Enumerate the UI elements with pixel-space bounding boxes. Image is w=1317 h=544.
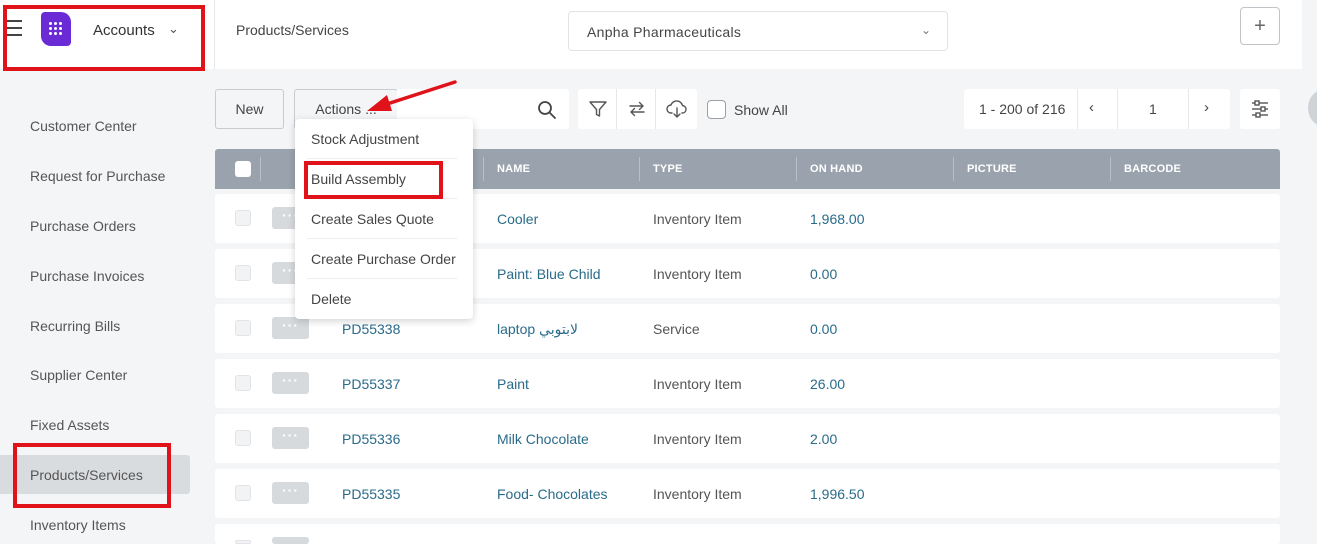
filter-icon (589, 101, 607, 117)
cell-name[interactable]: Cooler (497, 211, 538, 227)
cloud-download-icon (666, 100, 687, 118)
sidebar-item-fixed-assets[interactable]: Fixed Assets (30, 417, 109, 433)
cell-on-hand[interactable]: 26.00 (810, 376, 845, 392)
column-divider (1110, 157, 1111, 181)
filter-button[interactable] (578, 89, 617, 129)
table-row[interactable]: ··· PD55337 Paint Inventory Item 26.00 (215, 359, 1280, 408)
show-all-checkbox[interactable] (707, 100, 726, 119)
transfer-icon (629, 101, 645, 117)
download-button[interactable] (656, 89, 695, 129)
cell-on-hand[interactable]: 2.00 (810, 431, 837, 447)
cell-type: Inventory Item (653, 431, 742, 447)
cell-name[interactable]: Paint: Blue Child (497, 266, 601, 282)
sidebar-item-request-for-purchase[interactable]: Request for Purchase (30, 168, 165, 184)
add-button[interactable]: + (1240, 7, 1280, 45)
cell-type: Inventory Item (653, 376, 742, 392)
column-header-type[interactable]: TYPE (653, 163, 683, 175)
cell-type: Inventory Item (653, 486, 742, 502)
menu-item-create-sales-quote[interactable]: Create Sales Quote (311, 211, 434, 227)
annotation-arrow-icon (367, 80, 457, 111)
new-button[interactable]: New (215, 89, 284, 129)
right-strip (1302, 0, 1317, 69)
row-checkbox[interactable] (235, 265, 251, 281)
chevron-left-icon[interactable]: ‹ (1089, 99, 1094, 116)
row-more-icon[interactable]: ··· (272, 317, 309, 339)
transfer-button[interactable] (617, 89, 656, 129)
show-all-label: Show All (734, 102, 788, 118)
table-row[interactable]: ··· PD55336 Milk Chocolate Inventory Ite… (215, 414, 1280, 463)
list-tools (578, 89, 697, 129)
row-more-icon[interactable]: ··· (272, 482, 309, 504)
cell-type: Inventory Item (653, 211, 742, 227)
cell-code[interactable]: PD55337 (342, 376, 400, 392)
cell-name[interactable]: Paint (497, 376, 529, 392)
menu-divider (307, 278, 457, 279)
sidebar-item-purchase-orders[interactable]: Purchase Orders (30, 218, 136, 234)
cell-name[interactable]: laptop لابتوبي (497, 321, 578, 338)
divider (1077, 89, 1078, 129)
table-row[interactable] (215, 524, 1280, 544)
row-more-icon[interactable]: ··· (272, 372, 309, 394)
cell-type: Service (653, 321, 700, 337)
column-divider (483, 157, 484, 181)
column-settings-button[interactable] (1240, 89, 1280, 129)
sidebar-item-supplier-center[interactable]: Supplier Center (30, 367, 127, 383)
column-header-picture[interactable]: PICTURE (967, 163, 1017, 175)
cell-on-hand[interactable]: 0.00 (810, 266, 837, 282)
cell-name[interactable]: Food- Chocolates (497, 486, 608, 502)
highlight-box-products-services (13, 443, 171, 508)
cell-on-hand[interactable]: 1,968.00 (810, 211, 865, 227)
highlight-box-app-switcher (3, 5, 205, 71)
column-header-on-hand[interactable]: ON HAND (810, 163, 863, 175)
row-more-icon[interactable] (272, 537, 309, 544)
chevron-right-icon[interactable]: › (1204, 99, 1209, 116)
sidebar-item-purchase-invoices[interactable]: Purchase Invoices (30, 268, 144, 284)
menu-divider (307, 158, 457, 159)
cell-type: Inventory Item (653, 266, 742, 282)
settings-sliders-icon (1252, 100, 1268, 118)
cell-name[interactable]: Milk Chocolate (497, 431, 589, 447)
menu-item-create-purchase-order[interactable]: Create Purchase Order (311, 251, 456, 267)
row-checkbox[interactable] (235, 320, 251, 336)
pagination: 1 - 200 of 216 ‹ 1 › (964, 89, 1230, 129)
highlight-box-build-assembly (304, 161, 443, 199)
sidebar-item-recurring-bills[interactable]: Recurring Bills (30, 318, 120, 334)
cell-on-hand[interactable]: 0.00 (810, 321, 837, 337)
actions-menu: Stock Adjustment Build Assembly Create S… (295, 119, 473, 319)
row-checkbox[interactable] (235, 375, 251, 391)
menu-item-stock-adjustment[interactable]: Stock Adjustment (311, 131, 419, 147)
company-select-value: Anpha Pharmaceuticals (587, 24, 742, 40)
cell-on-hand[interactable]: 1,996.50 (810, 486, 865, 502)
cell-code[interactable]: PD55338 (342, 321, 400, 337)
select-all-checkbox[interactable] (235, 161, 251, 177)
menu-divider (307, 238, 457, 239)
column-divider (639, 157, 640, 181)
divider (1117, 89, 1118, 129)
row-more-icon[interactable]: ··· (272, 427, 309, 449)
sidebar-item-customer-center[interactable]: Customer Center (30, 118, 137, 134)
search-icon[interactable] (537, 100, 557, 120)
pagination-range: 1 - 200 of 216 (979, 101, 1066, 117)
menu-item-delete[interactable]: Delete (311, 291, 351, 307)
table-row[interactable]: ··· PD55335 Food- Chocolates Inventory I… (215, 469, 1280, 518)
column-header-barcode[interactable]: BARCODE (1124, 163, 1181, 175)
cell-code[interactable]: PD55335 (342, 486, 400, 502)
row-checkbox[interactable] (235, 485, 251, 501)
column-header-name[interactable]: NAME (497, 163, 530, 175)
row-checkbox[interactable] (235, 210, 251, 226)
row-checkbox[interactable] (235, 430, 251, 446)
company-select[interactable]: Anpha Pharmaceuticals ⌄ (568, 11, 948, 51)
page-number-input[interactable]: 1 (1149, 101, 1157, 117)
column-divider (796, 157, 797, 181)
chevron-down-icon: ⌄ (920, 23, 931, 37)
cell-code[interactable]: PD55336 (342, 431, 400, 447)
divider (1188, 89, 1189, 129)
column-divider (260, 157, 261, 181)
column-divider (953, 157, 954, 181)
breadcrumb: Products/Services (236, 22, 349, 38)
sidebar-item-inventory-items[interactable]: Inventory Items (30, 517, 126, 533)
row-checkbox[interactable] (235, 540, 251, 544)
